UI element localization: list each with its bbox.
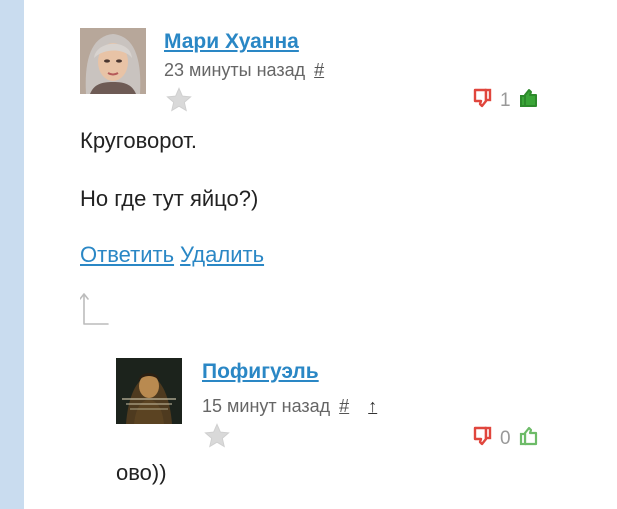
parent-comment-link[interactable]: ↑ [368, 396, 377, 416]
avatar[interactable] [116, 358, 182, 424]
vote-widget: 0 [470, 424, 541, 453]
star-icon[interactable] [203, 422, 231, 450]
comment-meta: 15 минут назад # ↑ [202, 396, 377, 417]
comment-text-line: ово)) [116, 460, 167, 485]
permalink[interactable]: # [339, 396, 349, 416]
vote-count: 0 [500, 427, 511, 449]
timestamp: 15 минут назад [202, 396, 331, 416]
author-link[interactable]: Пофигуэль [202, 360, 319, 384]
comment-2: Пофигуэль 15 минут назад # ↑ 0 ово)) [0, 0, 617, 509]
thumb-down-icon[interactable] [470, 424, 494, 453]
thumb-up-icon[interactable] [517, 424, 541, 453]
